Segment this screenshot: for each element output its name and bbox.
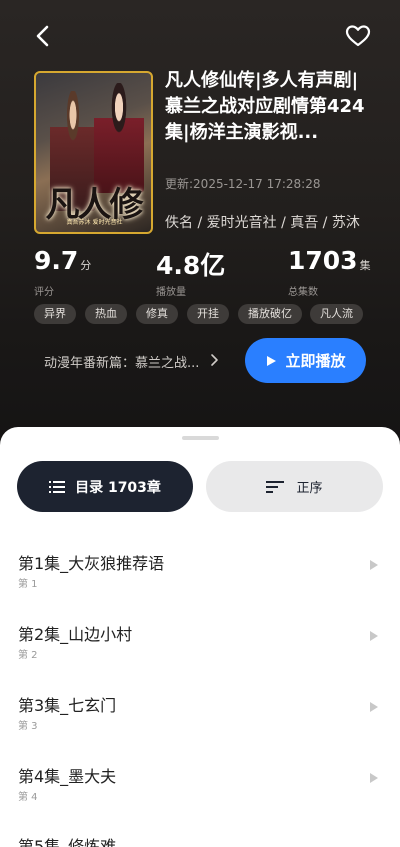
sort-order-button[interactable]: 正序: [206, 461, 383, 512]
episode-number: 第 1: [18, 579, 38, 590]
chevron-right-icon: [211, 354, 218, 366]
episode-title: 第2集_山边小村: [18, 625, 133, 644]
episode-title: 第4集_墨大夫: [18, 767, 117, 786]
rating-stat: 9.7 分 评分: [34, 246, 92, 298]
tag-chip[interactable]: 凡人流: [310, 304, 363, 324]
play-triangle-icon: [370, 631, 378, 641]
play-triangle-icon: [370, 702, 378, 712]
episodes-unit: 集: [359, 259, 371, 272]
episode-item[interactable]: 第4集_墨大夫 第 4: [0, 763, 400, 819]
episode-item[interactable]: 第3集_七玄门 第 3: [0, 692, 400, 748]
episode-number: 第 3: [18, 721, 38, 732]
toc-label: 目录 1703章: [75, 479, 161, 496]
cover-credit-text: 真吾苏沐 爱时光音社: [66, 219, 123, 226]
rating-label: 评分: [34, 287, 54, 298]
play-icon: [267, 355, 277, 366]
episode-item[interactable]: 第2集_山边小村 第 2: [0, 621, 400, 677]
episodes-stat: 1703 集 总集数: [288, 246, 371, 298]
plays-stat: 4.8亿 播放量: [156, 246, 226, 298]
episode-title: 第5集_修炼难: [18, 837, 117, 847]
tag-chip[interactable]: 异界: [34, 304, 76, 324]
plays-value: 4.8亿: [156, 251, 226, 280]
episode-number: 第 2: [18, 650, 38, 661]
plays-label: 播放量: [156, 287, 186, 298]
sort-icon: [266, 480, 285, 493]
episode-item[interactable]: 第5集_修炼难 第 5: [0, 833, 400, 847]
play-now-label: 立即播放: [285, 352, 346, 370]
episodes-value: 1703: [288, 246, 358, 275]
book-title: 凡人修仙传|多人有声剧|慕兰之战对应剧情第424集|杨洋主演影视...: [165, 70, 365, 143]
news-link[interactable]: 动漫年番新篇：慕兰之战...: [44, 352, 199, 371]
play-now-button[interactable]: 立即播放: [245, 338, 366, 383]
update-time: 更新:2025-12-17 17:28:28: [165, 177, 321, 191]
table-of-contents-button[interactable]: 目录 1703章: [17, 461, 193, 512]
play-triangle-icon: [370, 773, 378, 783]
sort-label: 正序: [296, 481, 323, 496]
book-cover-image[interactable]: 凡人修仙传 真吾苏沐 爱时光音社: [34, 71, 153, 234]
episode-title: 第1集_大灰狼推荐语: [18, 554, 165, 573]
rating-unit: 分: [80, 259, 92, 272]
sheet-drag-handle[interactable]: [182, 436, 219, 440]
list-icon: [49, 480, 66, 493]
back-arrow-icon[interactable]: [30, 22, 58, 50]
authors-list[interactable]: 佚名 / 爱时光音社 / 真吾 / 苏沐: [165, 212, 367, 232]
rating-value: 9.7: [34, 246, 79, 275]
book-header: 凡人修仙传 真吾苏沐 爱时光音社 凡人修仙传|多人有声剧|慕兰之战对应剧情第42…: [0, 0, 400, 470]
episode-sheet: 目录 1703章 正序 第1集_大灰狼推荐语 第 1 第2集_山边小村 第 2 …: [0, 427, 400, 847]
episode-item[interactable]: 第1集_大灰狼推荐语 第 1: [0, 550, 400, 606]
tag-chip[interactable]: 开挂: [187, 304, 229, 324]
play-triangle-icon: [370, 560, 378, 570]
tag-chip[interactable]: 修真: [136, 304, 178, 324]
episode-title: 第3集_七玄门: [18, 696, 117, 715]
episodes-label: 总集数: [288, 287, 318, 298]
heart-icon[interactable]: [344, 22, 372, 50]
episode-number: 第 4: [18, 792, 38, 803]
tag-chip[interactable]: 热血: [85, 304, 127, 324]
tag-chip[interactable]: 播放破亿: [238, 304, 302, 324]
